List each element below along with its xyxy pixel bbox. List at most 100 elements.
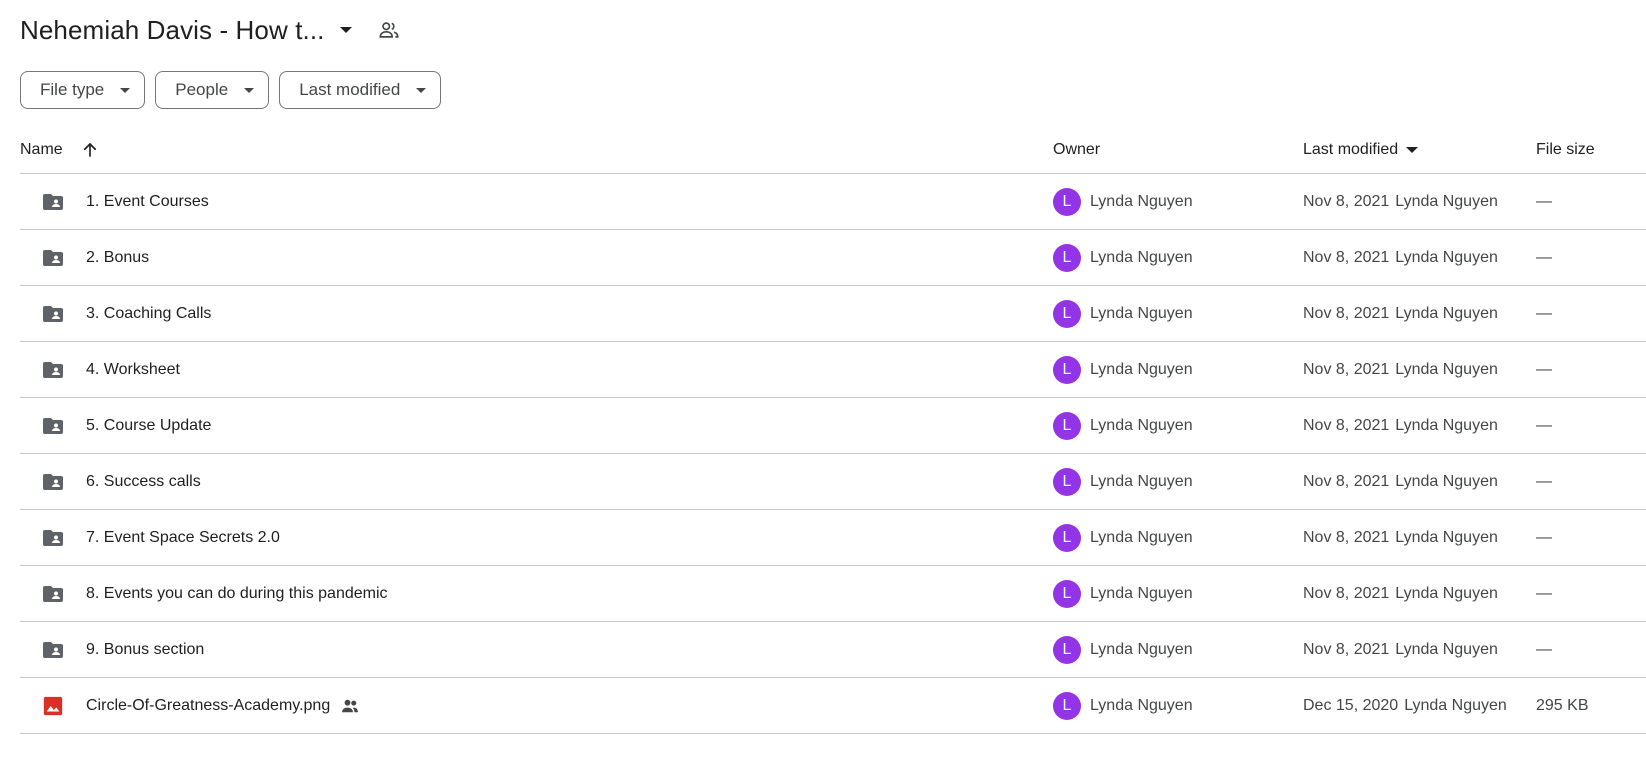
shared-folder-icon xyxy=(40,301,66,327)
table-row[interactable]: 9. Bonus section L Lynda Nguyen Nov 8, 2021… xyxy=(20,622,1646,678)
file-size: — xyxy=(1536,528,1552,546)
filter-people[interactable]: People xyxy=(155,71,270,109)
folder-title-bar: Nehemiah Davis - How t... xyxy=(20,8,400,52)
table-row[interactable]: Circle-Of-Greatness-Academy.png L Lynda Ng… xyxy=(20,678,1646,734)
modified-info: Nov 8, 2021 Lynda Nguyen xyxy=(1303,193,1498,211)
filter-last-modified[interactable]: Last modified xyxy=(279,71,442,109)
file-name[interactable]: 9. Bonus section xyxy=(86,641,204,659)
column-header-name[interactable]: Name xyxy=(20,141,63,159)
folder-title[interactable]: Nehemiah Davis - How t... xyxy=(20,15,324,46)
avatar[interactable]: L xyxy=(1053,411,1081,440)
shared-folder-icon xyxy=(40,469,66,495)
owner-name: Lynda Nguyen xyxy=(1090,360,1193,378)
modified-date: Nov 8, 2021 xyxy=(1303,304,1390,322)
filter-label: Last modified xyxy=(299,80,401,99)
table-row[interactable]: 1. Event Courses L Lynda Nguyen Nov 8, 2021… xyxy=(20,174,1646,230)
modified-by: Lynda Nguyen xyxy=(1395,528,1498,546)
chevron-down-icon xyxy=(244,87,255,93)
shared-folder-icon xyxy=(40,189,66,215)
file-name[interactable]: 1. Event Courses xyxy=(86,193,209,211)
file-name[interactable]: 3. Coaching Calls xyxy=(86,305,211,323)
arrow-drop-down-icon xyxy=(1406,146,1419,153)
modified-date: Nov 8, 2021 xyxy=(1303,584,1390,602)
modified-info: Nov 8, 2021 Lynda Nguyen xyxy=(1303,641,1498,659)
avatar[interactable]: L xyxy=(1053,299,1081,328)
people-outline-icon[interactable] xyxy=(378,19,400,41)
file-size: — xyxy=(1536,360,1552,378)
table-body: 1. Event Courses L Lynda Nguyen Nov 8, 2021… xyxy=(20,174,1646,734)
modified-info: Nov 8, 2021 Lynda Nguyen xyxy=(1303,529,1498,547)
owner-name: Lynda Nguyen xyxy=(1090,248,1193,266)
column-header-owner[interactable]: Owner xyxy=(1053,141,1100,159)
modified-date: Nov 8, 2021 xyxy=(1303,640,1390,658)
modified-info: Nov 8, 2021 Lynda Nguyen xyxy=(1303,249,1498,267)
avatar[interactable]: L xyxy=(1053,243,1081,272)
table-row[interactable]: 6. Success calls L Lynda Nguyen Nov 8, 2021… xyxy=(20,454,1646,510)
modified-info: Nov 8, 2021 Lynda Nguyen xyxy=(1303,417,1498,435)
avatar[interactable]: L xyxy=(1053,467,1081,496)
avatar[interactable]: L xyxy=(1053,635,1081,664)
modified-by: Lynda Nguyen xyxy=(1395,360,1498,378)
file-size: — xyxy=(1536,584,1552,602)
modified-by: Lynda Nguyen xyxy=(1395,304,1498,322)
chevron-down-icon xyxy=(120,87,131,93)
avatar[interactable]: L xyxy=(1053,187,1081,216)
owner-name: Lynda Nguyen xyxy=(1090,304,1193,322)
modified-date: Nov 8, 2021 xyxy=(1303,192,1390,210)
table-row[interactable]: 3. Coaching Calls L Lynda Nguyen Nov 8, 202… xyxy=(20,286,1646,342)
chevron-down-icon xyxy=(416,87,427,93)
avatar[interactable]: L xyxy=(1053,579,1081,608)
sort-arrow-up-icon[interactable] xyxy=(81,141,99,159)
file-size: — xyxy=(1536,416,1552,434)
modified-by: Lynda Nguyen xyxy=(1395,248,1498,266)
owner-name: Lynda Nguyen xyxy=(1090,696,1193,714)
owner-name: Lynda Nguyen xyxy=(1090,472,1193,490)
file-name[interactable]: 6. Success calls xyxy=(86,473,201,491)
file-name[interactable]: 7. Event Space Secrets 2.0 xyxy=(86,529,280,547)
file-name[interactable]: 4. Worksheet xyxy=(86,361,180,379)
table-row[interactable]: 2. Bonus L Lynda Nguyen Nov 8, 2021 Lynda Ng… xyxy=(20,230,1646,286)
shared-folder-icon xyxy=(40,637,66,663)
file-name[interactable]: 2. Bonus xyxy=(86,249,149,267)
arrow-drop-down-icon[interactable] xyxy=(340,27,353,33)
avatar[interactable]: L xyxy=(1053,355,1081,384)
table-header: Name Owner Last modified File size xyxy=(20,126,1646,174)
file-list: Name Owner Last modified File size 1. Ev… xyxy=(20,126,1646,734)
table-row[interactable]: 4. Worksheet L Lynda Nguyen Nov 8, 2021 Lynd… xyxy=(20,342,1646,398)
table-row[interactable]: 7. Event Space Secrets 2.0 L Lynda Nguyen N… xyxy=(20,510,1646,566)
table-row[interactable]: 5. Course Update L Lynda Nguyen Nov 8, 2021… xyxy=(20,398,1646,454)
modified-date: Dec 15, 2020 xyxy=(1303,696,1399,714)
shared-folder-icon xyxy=(40,525,66,551)
file-size: — xyxy=(1536,192,1552,210)
modified-by: Lynda Nguyen xyxy=(1395,640,1498,658)
column-header-last-modified[interactable]: Last modified xyxy=(1303,141,1536,159)
file-name[interactable]: 5. Course Update xyxy=(86,417,211,435)
modified-info: Dec 15, 2020 Lynda Nguyen xyxy=(1303,697,1507,715)
column-header-last-modified-label: Last modified xyxy=(1303,140,1399,158)
file-size: — xyxy=(1536,640,1552,658)
shared-folder-icon xyxy=(40,413,66,439)
file-size: — xyxy=(1536,248,1552,266)
filter-file-type[interactable]: File type xyxy=(20,71,146,109)
avatar[interactable]: L xyxy=(1053,691,1081,720)
column-header-file-size[interactable]: File size xyxy=(1536,141,1595,159)
avatar[interactable]: L xyxy=(1053,523,1081,552)
modified-by: Lynda Nguyen xyxy=(1395,584,1498,602)
modified-info: Nov 8, 2021 Lynda Nguyen xyxy=(1303,305,1498,323)
modified-date: Nov 8, 2021 xyxy=(1303,248,1390,266)
owner-name: Lynda Nguyen xyxy=(1090,640,1193,658)
modified-by: Lynda Nguyen xyxy=(1395,416,1498,434)
modified-info: Nov 8, 2021 Lynda Nguyen xyxy=(1303,361,1498,379)
file-name[interactable]: 8. Events you can do during this pandemi… xyxy=(86,585,388,603)
file-size: 295 KB xyxy=(1536,696,1589,714)
modified-by: Lynda Nguyen xyxy=(1404,696,1507,714)
table-row[interactable]: 8. Events you can do during this pandemi… xyxy=(20,566,1646,622)
owner-name: Lynda Nguyen xyxy=(1090,192,1193,210)
shared-folder-icon xyxy=(40,245,66,271)
shared-people-icon xyxy=(340,696,360,716)
file-size: — xyxy=(1536,304,1552,322)
owner-name: Lynda Nguyen xyxy=(1090,528,1193,546)
filter-bar: File type People Last modified xyxy=(20,71,442,109)
drive-folder-view: Nehemiah Davis - How t... File type Peop… xyxy=(0,0,1646,784)
file-name[interactable]: Circle-Of-Greatness-Academy.png xyxy=(86,697,330,715)
